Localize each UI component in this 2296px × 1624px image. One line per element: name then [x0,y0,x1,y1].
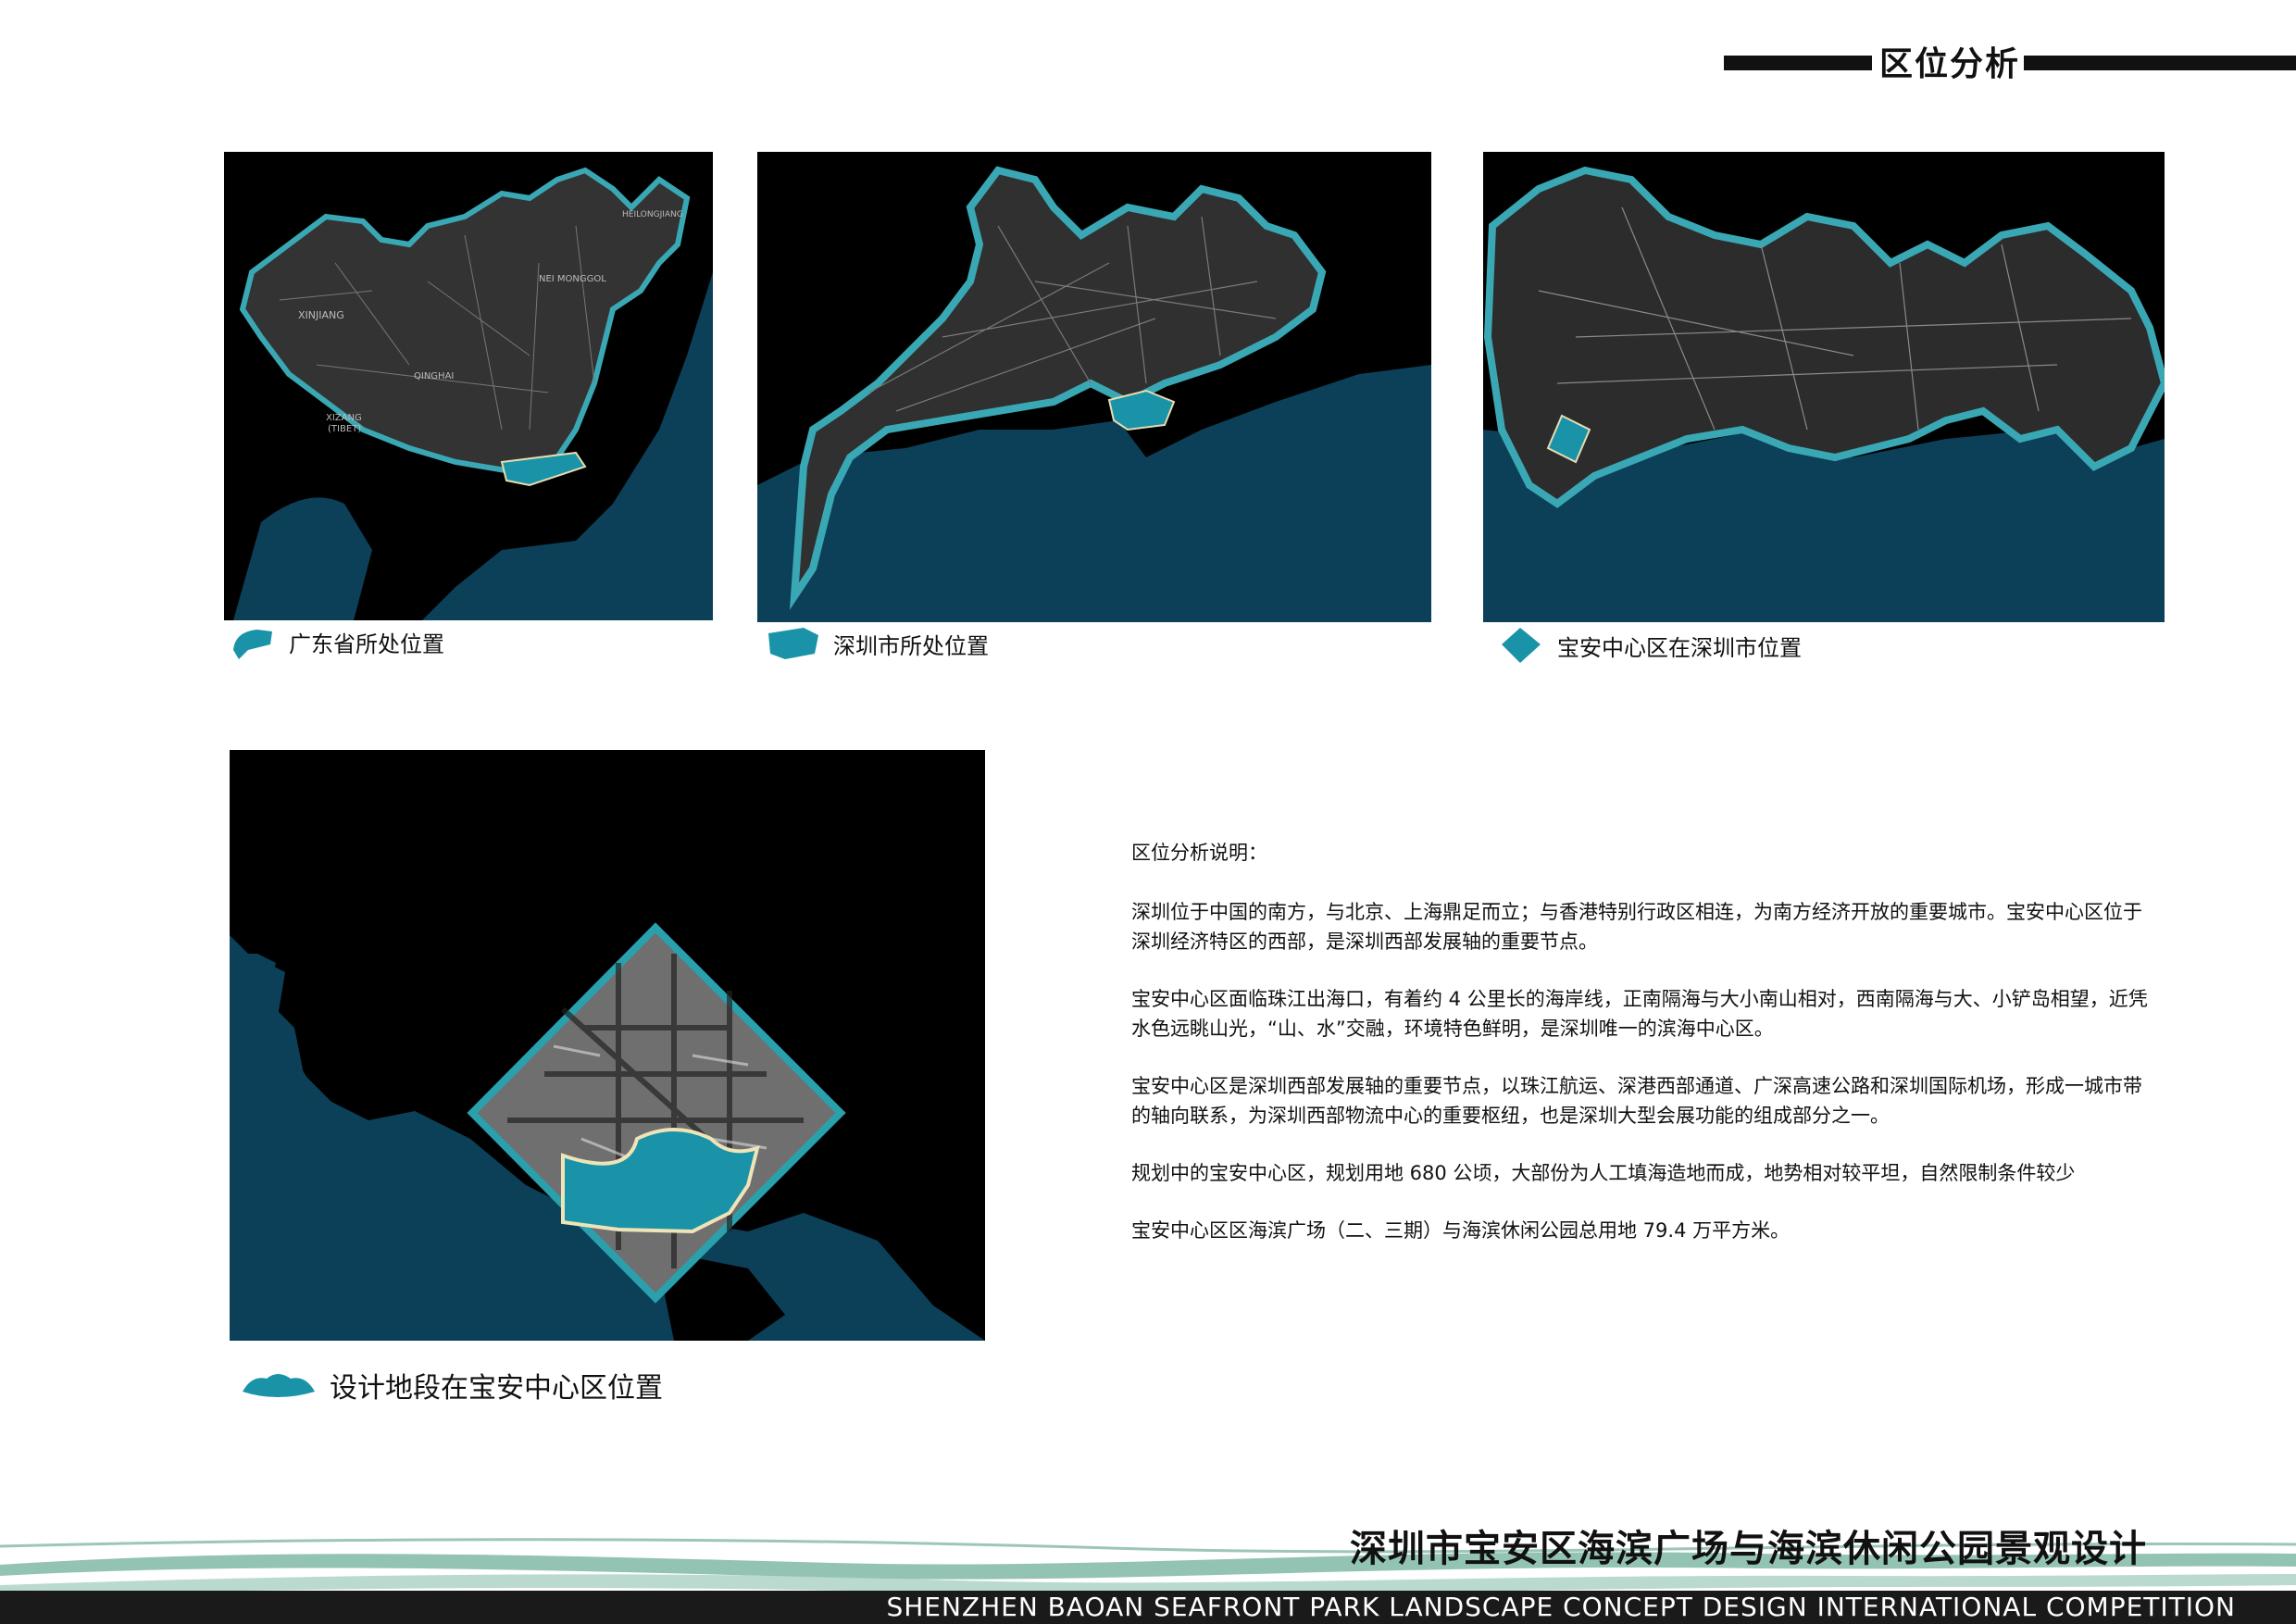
baoan-legend-icon [1502,628,1541,663]
guangdong-legend-icon [233,630,272,659]
caption-design-site-text: 设计地段在宝安中心区位置 [330,1372,663,1405]
notes-paragraph: 深圳位于中国的南方，与北京、上海鼎足而立；与香港特别行政区相连，为南方经济开放的… [1131,901,2142,953]
notes-paragraph: 宝安中心区面临珠江出海口，有着约 4 公里长的海岸线，正南隔海与大小南山相对，西… [1131,988,2148,1040]
caption-design-site: 设计地段在宝安中心区位置 [241,1365,663,1405]
map-design-site-panel [230,750,985,1341]
location-analysis-notes: 区位分析说明： 深圳位于中国的南方，与北京、上海鼎足而立；与香港特别行政区相连，… [1131,838,2150,1273]
notes-heading: 区位分析说明： [1131,842,1267,864]
caption-shenzhen: 深圳市所处位置 [767,626,989,661]
notes-paragraph: 规划中的宝安中心区，规划用地 680 公顷，大部份为人工填海造地而成，地势相对较… [1131,1162,2076,1184]
label-qinghai: QINGHAI [414,371,454,381]
label-xizang: XIZANG [326,413,362,423]
map-china-panel: XINJIANG QINGHAI XIZANG (TIBET) NEI MONG… [224,152,713,620]
design-site-legend-icon [243,1374,315,1397]
label-heilongjiang: HEILONGJIANG [622,210,683,219]
page-title: 区位分析 [1879,45,2021,83]
caption-shenzhen-text: 深圳市所处位置 [833,632,989,659]
notes-paragraph: 宝安中心区区海滨广场（二、三期）与海滨休闲公园总用地 79.4 万平方米。 [1131,1219,1791,1242]
shenzhen-legend-icon [768,628,818,659]
label-xinjiang: XINJIANG [298,309,344,321]
label-nei-monggol: NEI MONGGOL [539,274,606,284]
caption-guangdong-text: 广东省所处位置 [289,631,444,657]
caption-baoan: 宝安中心区在深圳市位置 [1498,626,1802,665]
map-guangdong-panel [757,152,1431,622]
caption-baoan-text: 宝安中心区在深圳市位置 [1557,634,1802,661]
caption-guangdong: 广东省所处位置 [230,622,444,661]
project-title-cn: 深圳市宝安区海滨广场与海滨休闲公园景观设计 [1350,1528,2147,1570]
notes-paragraph: 宝安中心区是深圳西部发展轴的重要节点，以珠江航运、深港西部通道、广深高速公路和深… [1131,1075,2142,1127]
header-bar-right [2024,56,2296,70]
map-shenzhen-panel [1483,152,2165,622]
project-title-en: SHENZHEN BAOAN SEAFRONT PARK LANDSCAPE C… [886,1592,2236,1622]
header-bar-left [1724,56,1872,70]
label-tibet: (TIBET) [328,424,361,434]
